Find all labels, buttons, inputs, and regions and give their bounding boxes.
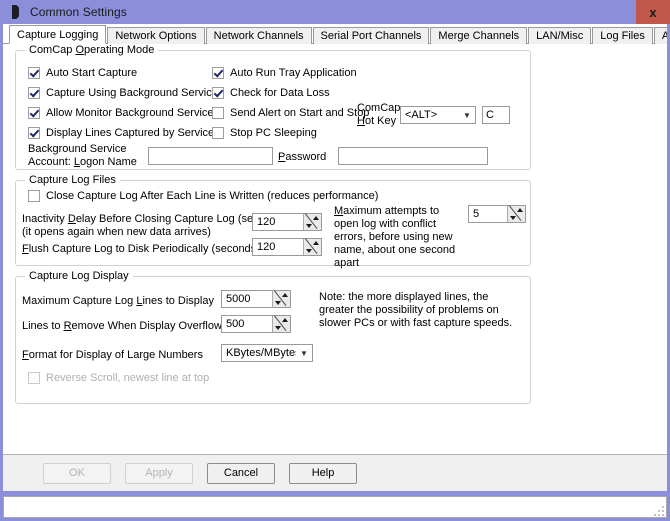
- help-button[interactable]: Help: [289, 463, 357, 484]
- capture-logging-page: ComCap Operating Mode Auto Start Capture…: [3, 44, 667, 454]
- tab-capture-logging[interactable]: Capture Logging: [9, 25, 106, 44]
- checkbox-box: [28, 107, 40, 119]
- hotkey-key-input[interactable]: [482, 106, 510, 124]
- checkbox-label: Reverse Scroll, newest line at top: [46, 372, 209, 384]
- window-title: Common Settings: [30, 5, 127, 19]
- spinner-buttons[interactable]: [303, 239, 321, 255]
- checkbox-box: [212, 67, 224, 79]
- checkbox-label: Capture Using Background Service: [46, 87, 218, 99]
- spinner-buttons[interactable]: [272, 316, 290, 332]
- max-attempts-label: Maximum attempts to open log with confli…: [334, 205, 464, 270]
- spinner-buttons[interactable]: [303, 214, 321, 230]
- number-format-label: Format for Display of Large Numbers: [22, 349, 203, 362]
- checkbox-display-lines-captured-by-service[interactable]: Display Lines Captured by Service: [28, 127, 214, 139]
- max-attempts-spinner[interactable]: 5: [468, 205, 526, 223]
- chevron-down-icon: ▼: [296, 349, 312, 358]
- checkbox-check-for-data-loss[interactable]: Check for Data Loss: [212, 87, 330, 99]
- checkbox-capture-using-background-service[interactable]: Capture Using Background Service: [28, 87, 218, 99]
- checkbox-label: Close Capture Log After Each Line is Wri…: [46, 190, 378, 202]
- tab-alerts[interactable]: Alerts: [654, 27, 667, 44]
- checkbox-box: [28, 67, 40, 79]
- tab-lan-misc[interactable]: LAN/Misc: [528, 27, 591, 44]
- group-capture-log-files-legend: Capture Log Files: [25, 174, 120, 186]
- hotkey-modifier-value: <ALT>: [405, 109, 459, 121]
- flush-log-spinner[interactable]: 120: [252, 238, 322, 256]
- hotkey-label: ComCap Hot Key: [357, 102, 400, 128]
- number-format-select[interactable]: KBytes/MBytes ▼: [221, 344, 313, 362]
- checkbox-label: Allow Monitor Background Service: [46, 107, 214, 119]
- checkbox-box: [28, 87, 40, 99]
- tab-log-files[interactable]: Log Files: [592, 27, 653, 44]
- max-lines-label: Maximum Capture Log Lines to Display: [22, 295, 214, 308]
- tab-merge-channels[interactable]: Merge Channels: [430, 27, 527, 44]
- group-capture-log-display: Capture Log Display Maximum Capture Log …: [15, 276, 531, 404]
- checkbox-box: [28, 127, 40, 139]
- tab-serial-port-channels[interactable]: Serial Port Channels: [313, 27, 430, 44]
- checkbox-label: Check for Data Loss: [230, 87, 330, 99]
- ok-button[interactable]: OK: [43, 463, 111, 484]
- max-lines-value: 5000: [222, 291, 272, 307]
- client-area: Capture Logging Network Options Network …: [3, 24, 667, 491]
- lines-remove-spinner[interactable]: 500: [221, 315, 291, 333]
- resize-grip-icon[interactable]: [652, 504, 664, 516]
- inactivity-delay-value: 120: [253, 214, 303, 230]
- checkbox-box: [212, 87, 224, 99]
- inactivity-delay-label: Inactivity Delay Before Closing Capture …: [22, 213, 268, 239]
- checkbox-box: [212, 107, 224, 119]
- group-operating-mode-legend: ComCap Operating Mode: [25, 44, 158, 56]
- password-label: Password: [278, 151, 326, 164]
- checkbox-stop-pc-sleeping[interactable]: Stop PC Sleeping: [212, 127, 317, 139]
- max-lines-spinner[interactable]: 5000: [221, 290, 291, 308]
- checkbox-label: Display Lines Captured by Service: [46, 127, 214, 139]
- checkbox-label: Auto Run Tray Application: [230, 67, 357, 79]
- logon-name-input[interactable]: [148, 147, 273, 165]
- max-attempts-value: 5: [469, 206, 507, 222]
- flush-log-label: Flush Capture Log to Disk Periodically (…: [22, 243, 260, 256]
- tab-network-channels[interactable]: Network Channels: [206, 27, 312, 44]
- group-capture-log-files: Capture Log Files Close Capture Log Afte…: [15, 180, 531, 266]
- checkbox-auto-run-tray-application[interactable]: Auto Run Tray Application: [212, 67, 357, 79]
- app-icon: [8, 4, 24, 20]
- inactivity-delay-spinner[interactable]: 120: [252, 213, 322, 231]
- checkbox-close-capture-log-after-each-line[interactable]: Close Capture Log After Each Line is Wri…: [28, 190, 378, 202]
- display-note: Note: the more displayed lines, the grea…: [319, 291, 524, 330]
- flush-log-value: 120: [253, 239, 303, 255]
- group-capture-log-display-legend: Capture Log Display: [25, 270, 133, 282]
- spinner-buttons[interactable]: [507, 206, 525, 222]
- checkbox-label: Auto Start Capture: [46, 67, 137, 79]
- checkbox-label: Stop PC Sleeping: [230, 127, 317, 139]
- apply-button[interactable]: Apply: [125, 463, 193, 484]
- checkbox-label: Send Alert on Start and Stop: [230, 107, 369, 119]
- lines-remove-value: 500: [222, 316, 272, 332]
- checkbox-send-alert-on-start-and-stop[interactable]: Send Alert on Start and Stop: [212, 107, 369, 119]
- close-icon[interactable]: x: [636, 0, 670, 24]
- lines-remove-label: Lines to Remove When Display Overflows: [22, 320, 227, 333]
- settings-window: Common Settings x Capture Logging Networ…: [0, 0, 670, 521]
- checkbox-reverse-scroll[interactable]: Reverse Scroll, newest line at top: [28, 372, 209, 384]
- checkbox-allow-monitor-background-service[interactable]: Allow Monitor Background Service: [28, 107, 214, 119]
- password-input[interactable]: [338, 147, 488, 165]
- dialog-button-bar: OK Apply Cancel Help: [3, 454, 667, 491]
- tab-strip: Capture Logging Network Options Network …: [3, 24, 667, 44]
- number-format-value: KBytes/MBytes: [226, 347, 296, 359]
- title-bar: Common Settings x: [0, 0, 670, 24]
- chevron-down-icon: ▼: [459, 111, 475, 120]
- spinner-buttons[interactable]: [272, 291, 290, 307]
- checkbox-box: [28, 190, 40, 202]
- checkbox-box: [28, 372, 40, 384]
- cancel-button[interactable]: Cancel: [207, 463, 275, 484]
- status-bar: [3, 496, 667, 518]
- logon-name-label: Background Service Account: Logon Name: [28, 143, 137, 169]
- hotkey-modifier-select[interactable]: <ALT> ▼: [400, 106, 476, 124]
- checkbox-auto-start-capture[interactable]: Auto Start Capture: [28, 67, 137, 79]
- group-operating-mode: ComCap Operating Mode Auto Start Capture…: [15, 50, 531, 170]
- checkbox-box: [212, 127, 224, 139]
- tab-network-options[interactable]: Network Options: [107, 27, 204, 44]
